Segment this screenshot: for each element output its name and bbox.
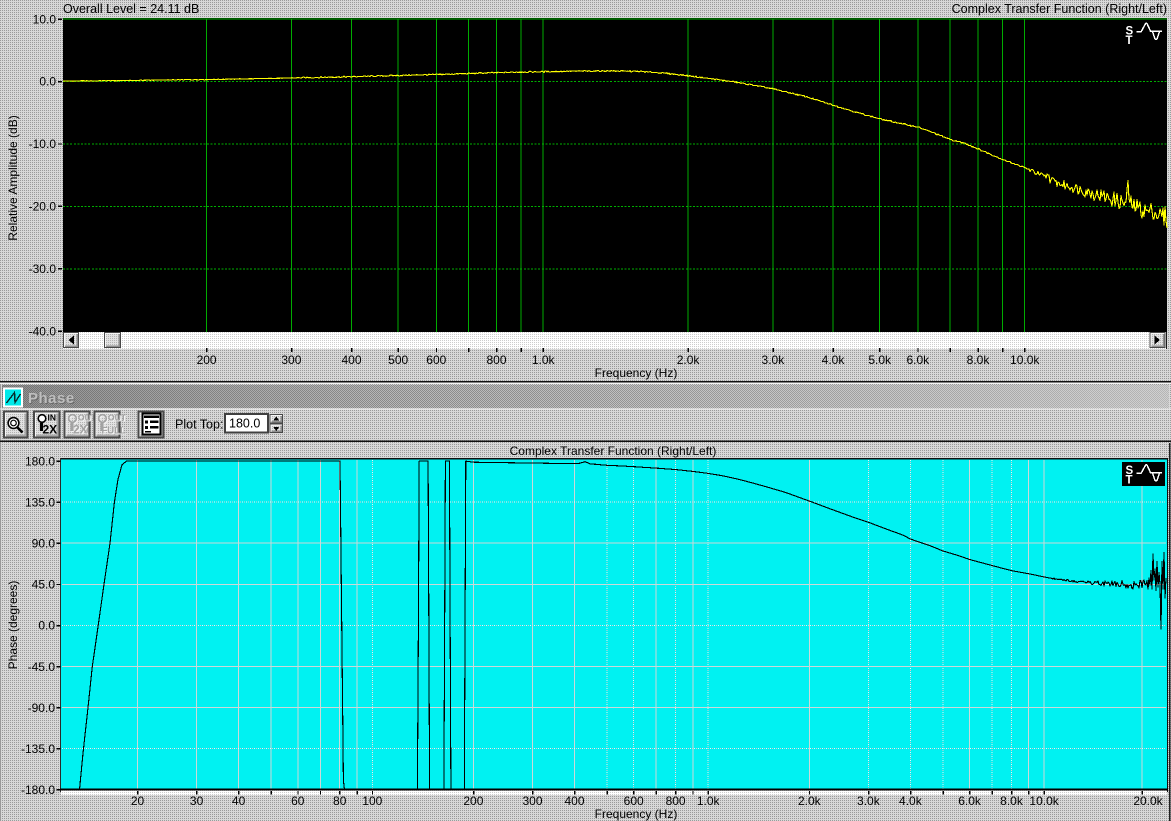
svg-text:IN: IN [48,413,57,423]
svg-text:-30.0: -30.0 [29,262,57,276]
svg-text:30: 30 [190,794,204,808]
svg-text:-20.0: -20.0 [29,200,57,214]
svg-text:60: 60 [291,794,305,808]
svg-text:20.0k: 20.0k [1133,794,1163,808]
svg-text:10.0: 10.0 [33,12,57,26]
svg-text:90.0: 90.0 [32,537,56,551]
svg-text:Frequency (Hz): Frequency (Hz) [595,807,678,821]
svg-text:Overall Level = 24.11 dB: Overall Level = 24.11 dB [63,2,199,16]
svg-text:6.0k: 6.0k [958,794,982,808]
svg-text:1.0k: 1.0k [697,794,721,808]
svg-text:Phase (degrees): Phase (degrees) [6,581,20,670]
svg-text:2X: 2X [43,423,58,437]
svg-text:Phase: Phase [28,390,75,407]
svg-text:180.0: 180.0 [25,454,55,468]
svg-text:-45.0: -45.0 [28,660,56,674]
svg-text:6.0k: 6.0k [906,353,930,367]
svg-text:45.0: 45.0 [32,578,56,592]
svg-text:2X: 2X [73,423,88,437]
svg-text:2.0k: 2.0k [798,794,822,808]
svg-text:5.0k: 5.0k [868,353,892,367]
svg-text:800: 800 [666,794,686,808]
svg-text:-40.0: -40.0 [29,324,57,338]
svg-text:Frequency (Hz): Frequency (Hz) [595,366,678,380]
svg-text:600: 600 [426,353,446,367]
svg-text:-135.0: -135.0 [21,742,55,756]
svg-text:OUT: OUT [108,413,127,423]
svg-text:8.0k: 8.0k [1000,794,1024,808]
svg-text:135.0: 135.0 [25,496,55,510]
svg-text:2.0k: 2.0k [677,353,701,367]
svg-text:Complex Transfer Function (Rig: Complex Transfer Function (Right/Left) [952,2,1167,16]
svg-text:40: 40 [232,794,246,808]
svg-text:1.0k: 1.0k [532,353,556,367]
svg-text:Relative Amplitude (dB): Relative Amplitude (dB) [6,115,20,240]
svg-text:-90.0: -90.0 [28,701,56,715]
svg-text:0.0: 0.0 [38,619,55,633]
svg-text:800: 800 [486,353,506,367]
svg-text:T: T [1126,35,1133,47]
svg-text:T: T [1126,475,1133,487]
svg-text:4.0k: 4.0k [899,794,923,808]
svg-text:10.0k: 10.0k [1029,794,1059,808]
svg-text:200: 200 [197,353,217,367]
svg-text:Complex Transfer Function (Rig: Complex Transfer Function (Right/Left) [510,444,717,458]
svg-text:20: 20 [131,794,145,808]
svg-text:600: 600 [624,794,644,808]
svg-text:500: 500 [388,353,408,367]
svg-text:FULL: FULL [102,426,126,437]
svg-text:180.0: 180.0 [229,417,260,431]
svg-text:100: 100 [362,794,382,808]
svg-text:-10.0: -10.0 [29,137,57,151]
svg-text:300: 300 [281,353,301,367]
svg-text:200: 200 [463,794,483,808]
svg-text:-180.0: -180.0 [21,783,55,797]
svg-text:4.0k: 4.0k [822,353,846,367]
svg-text:80: 80 [333,794,347,808]
svg-text:300: 300 [522,794,542,808]
svg-text:3.0k: 3.0k [762,353,786,367]
svg-text:3.0k: 3.0k [857,794,881,808]
svg-text:8.0k: 8.0k [967,353,991,367]
svg-text:400: 400 [341,353,361,367]
svg-text:0.0: 0.0 [39,75,56,89]
svg-text:10.0k: 10.0k [1010,353,1040,367]
svg-text:400: 400 [564,794,584,808]
svg-text:Plot Top:: Plot Top: [175,418,223,432]
